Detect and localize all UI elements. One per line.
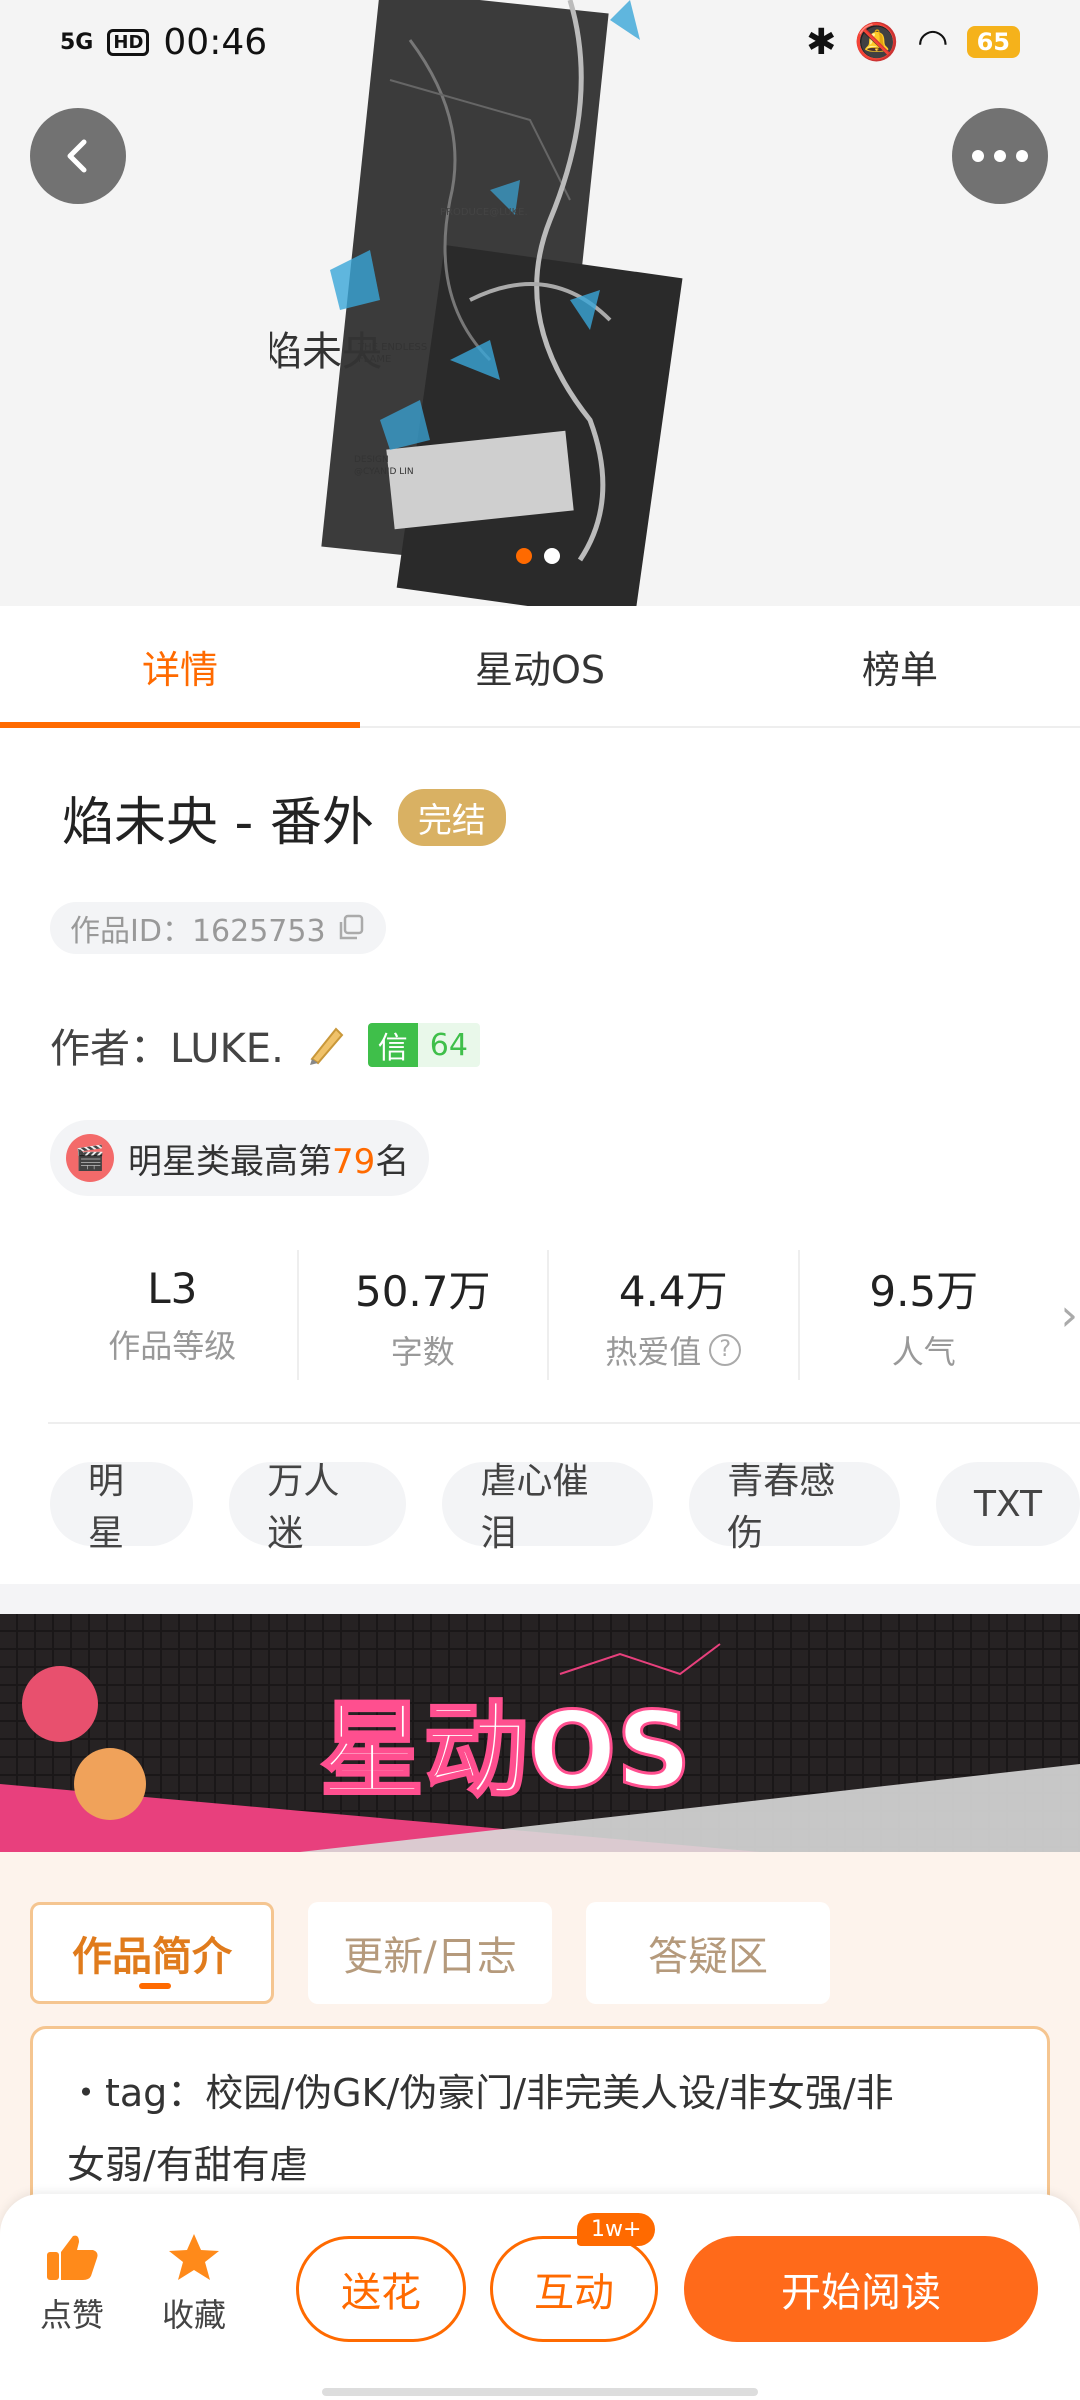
- home-indicator[interactable]: [322, 2388, 758, 2396]
- more-dots-icon: [972, 150, 1028, 162]
- help-icon[interactable]: ?: [709, 1333, 742, 1366]
- tag-list: 明星 万人迷 虐心催泪 青春感伤 TXT: [50, 1461, 1080, 1554]
- cover-producer: PRODUCE@LUKE.: [440, 207, 528, 218]
- banner-title: 星动OS: [320, 1689, 691, 1811]
- tag-chip[interactable]: TXT: [936, 1462, 1080, 1546]
- tag-chip[interactable]: 青春感伤: [689, 1461, 900, 1554]
- bottom-action-bar: 点赞 收藏 送花 互动 1w+ 开始阅读: [0, 2194, 1080, 2400]
- interact-button[interactable]: 互动 1w+: [490, 2213, 658, 2342]
- intro-text-line: 女弱/有甜有虐: [67, 2143, 308, 2187]
- favorite-label: 收藏: [162, 2296, 227, 2334]
- favorite-button[interactable]: 收藏: [162, 2232, 226, 2336]
- carousel-dot-active: [516, 548, 532, 564]
- tab-xingdong-os[interactable]: 星动OS: [360, 606, 720, 726]
- work-title: 焰未央 - 番外: [62, 793, 374, 853]
- stat-label: 人气: [891, 1332, 956, 1371]
- like-button[interactable]: 点赞: [40, 2232, 104, 2336]
- xingdong-os-banner[interactable]: 星动OS: [0, 1614, 1080, 1852]
- stats-row[interactable]: L3 作品等级 50.7万 字数 4.4万 热爱值 ? 9.5万 人气 ›: [48, 1250, 1078, 1380]
- title-row: 焰未央 - 番外 完结: [62, 780, 506, 855]
- interact-label: 互动: [534, 2270, 614, 2316]
- stat-word-count: 50.7万 字数: [299, 1250, 549, 1380]
- author-row[interactable]: 作者：LUKE. 信 64: [50, 1016, 480, 1074]
- clapperboard-icon: 🎬: [66, 1134, 114, 1182]
- stat-value: 4.4万: [618, 1266, 728, 1316]
- status-badge: 完结: [397, 789, 506, 846]
- star-icon: [169, 2234, 219, 2280]
- chevron-left-icon: [67, 139, 87, 173]
- mute-icon: 🔕: [854, 22, 900, 63]
- thumbs-up-icon: [47, 2235, 98, 2280]
- stat-label: 热爱值: [605, 1332, 702, 1371]
- stat-value: 50.7万: [354, 1266, 491, 1316]
- divider: [48, 1422, 1080, 1424]
- stat-value: 9.5万: [869, 1266, 979, 1316]
- intro-tabs: 作品简介 更新/日志 答疑区: [30, 1902, 830, 2004]
- stat-level: L3 作品等级: [48, 1250, 299, 1380]
- stat-popularity: 9.5万 人气 ›: [800, 1250, 1078, 1380]
- tag-chip[interactable]: 明星: [50, 1461, 194, 1554]
- wifi-icon: ◠: [917, 21, 949, 63]
- stat-label: 字数: [390, 1332, 455, 1371]
- status-bar: 5G HD 00:46 ✱ 🔕 ◠ 65: [0, 0, 1080, 84]
- banner-graphic: 星动OS: [0, 1614, 1080, 1852]
- svg-text:THE ENDLESS: THE ENDLESS: [357, 342, 427, 353]
- stat-value: L3: [147, 1263, 198, 1313]
- cover-artwork: 焰未央 THE ENDLESS FLAME PRODUCE@LUKE. DESI…: [270, 0, 683, 606]
- cover-banner[interactable]: 焰未央 THE ENDLESS FLAME PRODUCE@LUKE. DESI…: [0, 0, 1080, 606]
- tab-details[interactable]: 详情: [0, 606, 360, 728]
- author-name[interactable]: 作者：LUKE.: [50, 1016, 284, 1074]
- trust-label: 信: [367, 1023, 418, 1067]
- tab-ranking[interactable]: 榜单: [720, 606, 1080, 726]
- more-button[interactable]: [952, 108, 1048, 204]
- hd-icon: HD: [107, 28, 150, 56]
- detail-tabs: 详情 星动OS 榜单: [0, 606, 1080, 728]
- trust-score-badge: 信 64: [367, 1023, 480, 1067]
- tab-intro[interactable]: 作品简介: [30, 1902, 274, 2004]
- status-time: 00:46: [163, 21, 268, 63]
- chevron-right-icon[interactable]: ›: [1060, 1290, 1078, 1341]
- work-id-text: 作品ID：1625753: [70, 914, 326, 949]
- stat-label-wrap: 热爱值 ?: [605, 1327, 742, 1373]
- interact-count-badge: 1w+: [577, 2213, 656, 2246]
- tab-update-log[interactable]: 更新/日志: [308, 1902, 552, 2004]
- copy-icon[interactable]: [336, 913, 366, 943]
- like-label: 点赞: [40, 2296, 105, 2334]
- network-indicator: 5G: [60, 29, 94, 55]
- tag-chip[interactable]: 虐心催泪: [442, 1461, 654, 1554]
- start-reading-button[interactable]: 开始阅读: [684, 2236, 1038, 2342]
- stat-love-value: 4.4万 热爱值 ?: [549, 1250, 800, 1380]
- tag-chip[interactable]: 万人迷: [229, 1461, 407, 1554]
- rank-text: 明星类最高第79名: [128, 1141, 410, 1182]
- stat-label: 作品等级: [108, 1326, 237, 1365]
- tab-qa[interactable]: 答疑区: [586, 1902, 830, 2004]
- svg-text:DESIGN: DESIGN: [354, 455, 389, 465]
- bluetooth-icon: ✱: [806, 21, 837, 63]
- pen-badge-icon: [309, 1027, 344, 1065]
- send-flower-button[interactable]: 送花: [296, 2236, 466, 2342]
- work-id-chip[interactable]: 作品ID：1625753: [50, 902, 386, 954]
- back-button[interactable]: [30, 108, 126, 204]
- rank-chip[interactable]: 🎬 明星类最高第79名: [50, 1120, 430, 1196]
- rank-number: 79: [332, 1141, 376, 1182]
- battery-icon: 65: [966, 26, 1020, 58]
- intro-text-line: ・tag：校园/伪GK/伪豪门/非完美人设/非女强/非: [67, 2071, 894, 2115]
- trust-value: 64: [417, 1023, 480, 1067]
- carousel-dot: [544, 548, 560, 564]
- svg-text:FLAME: FLAME: [358, 354, 391, 365]
- svg-text:@CYANID LIN: @CYANID LIN: [354, 467, 414, 477]
- section-gap: [0, 1584, 1080, 1614]
- carousel-indicator: [516, 548, 560, 564]
- work-detail-page: 焰未央 THE ENDLESS FLAME PRODUCE@LUKE. DESI…: [0, 0, 1080, 2400]
